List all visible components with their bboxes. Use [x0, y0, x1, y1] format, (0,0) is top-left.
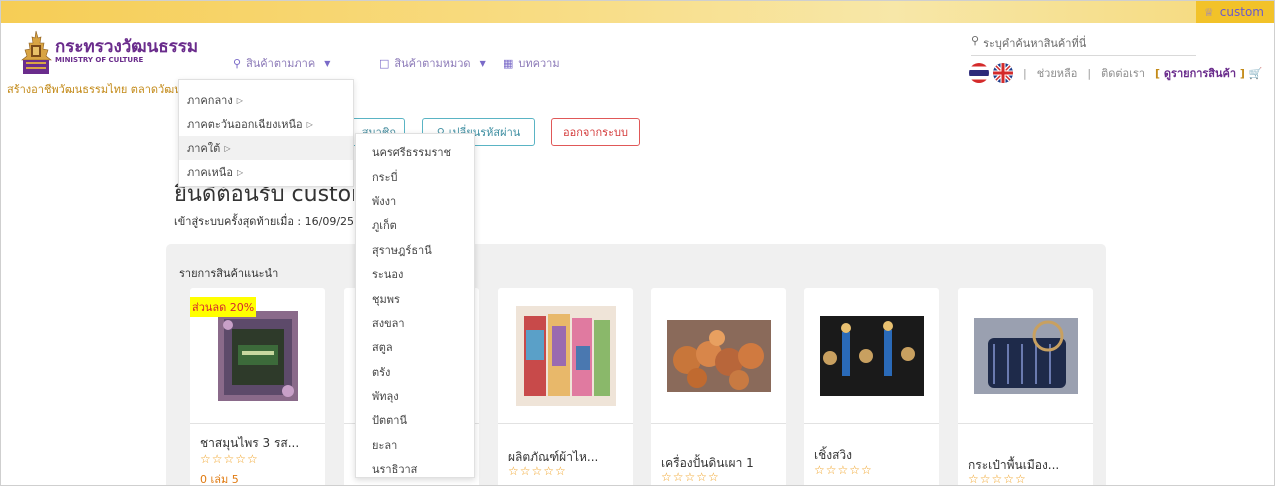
search-input[interactable]: ⚲ ระบุคำค้นหาสินค้าที่นี่ — [971, 34, 1196, 56]
cart-link[interactable]: [ ดูรายการสินค้า ] 🛒 — [1155, 64, 1262, 82]
last-login-text: เข้าสู่ระบบครั้งสุดท้ายเมื่อ : 16/09/256… — [174, 215, 354, 228]
thai-flag-icon[interactable] — [969, 63, 989, 83]
province-item[interactable]: ชุมพร — [356, 286, 474, 310]
logo-subtitle: MINISTRY OF CULTURE — [55, 56, 144, 64]
top-links: | ช่วยหลือ | ติดต่อเรา [ ดูรายการสินค้า … — [1023, 64, 1263, 82]
cart-icon: 🛒 — [1248, 67, 1263, 80]
article-icon: ▦ — [503, 56, 514, 70]
chevron-down-icon: ▼ — [479, 58, 486, 68]
contact-link[interactable]: ติดต่อเรา — [1101, 64, 1145, 82]
province-item[interactable]: สงขลา — [356, 311, 474, 335]
tag-icon: □ — [379, 56, 390, 70]
province-item[interactable]: นครศรีธรรมราช — [356, 140, 474, 164]
region-item-central[interactable]: ภาคกลาง ▷ — [179, 88, 353, 112]
divider: | — [1023, 66, 1027, 80]
nav-by-region[interactable]: ⚲ สินค้าตามภาค ▼ — [233, 54, 330, 72]
product-image[interactable] — [804, 288, 939, 423]
tagline: สร้างอาชีพวัฒนธรรมไทย ตลาดวัฒนธรรม — [7, 83, 182, 96]
province-item[interactable]: กระบี่ — [356, 164, 474, 188]
chevron-down-icon: ▼ — [324, 58, 331, 68]
chevron-right-icon: ▷ — [224, 143, 231, 153]
user-menu[interactable]: ♕ custom — [1195, 1, 1274, 23]
nav-by-category[interactable]: □ สินค้าตามหมวด ▼ — [379, 54, 486, 72]
province-item[interactable]: ภูเก็ต — [356, 213, 474, 237]
region-item-north[interactable]: ภาคเหนือ ▷ — [179, 160, 353, 184]
nav-articles-label: บทความ — [518, 57, 560, 70]
logout-label: ออกจากระบบ — [563, 126, 628, 139]
product-image[interactable] — [498, 288, 633, 423]
product-sold: 0 เล่ม 5 — [200, 473, 239, 486]
province-item[interactable]: สุราษฎร์ธานี — [356, 238, 474, 262]
uk-flag-icon[interactable] — [993, 63, 1013, 83]
province-item[interactable]: ตรัง — [356, 360, 474, 384]
province-item[interactable]: ปัตตานี — [356, 408, 474, 432]
product-rating: ☆☆☆☆☆ — [508, 464, 567, 478]
page: ♕ custom กระทรวงวัฒนธรรม MINISTRY OF CUL… — [0, 0, 1275, 486]
search-icon: ⚲ — [971, 34, 980, 47]
province-item[interactable]: นราธิวาส — [356, 457, 474, 481]
region-item-label: ภาคกลาง — [187, 94, 233, 107]
chevron-right-icon: ▷ — [236, 167, 244, 177]
product-image[interactable] — [958, 288, 1093, 423]
product-card[interactable]: กระเป๋าพื้นเมือง... ☆☆☆☆☆ — [958, 288, 1093, 486]
card-divider — [190, 423, 325, 424]
chevron-right-icon: ▷ — [306, 119, 313, 129]
product-name[interactable]: ชาสมุนไพร 3 รส... — [200, 434, 318, 453]
region-item-label: ภาคตะวันออกเฉียงเหนือ — [187, 118, 303, 131]
top-bar: ♕ custom — [1, 1, 1274, 23]
product-rating: ☆☆☆☆☆ — [661, 470, 720, 484]
province-item[interactable]: พังงา — [356, 189, 474, 213]
cart-label: ดูรายการสินค้า — [1163, 67, 1237, 80]
province-item[interactable]: สตูล — [356, 335, 474, 359]
search-placeholder: ระบุคำค้นหาสินค้าที่นี่ — [983, 37, 1087, 50]
nav-by-region-label: สินค้าตามภาค — [246, 57, 316, 70]
card-divider — [651, 423, 786, 424]
region-dropdown: ภาคกลาง ▷ ภาคตะวันออกเฉียงเหนือ ▷ ภาคใต้… — [178, 79, 354, 187]
nav-articles[interactable]: ▦ บทความ — [503, 54, 560, 72]
product-rating: ☆☆☆☆☆ — [200, 452, 259, 466]
product-card[interactable]: ชาสมุนไพร 3 รส... ☆☆☆☆☆ 0 เล่ม 5 — [190, 288, 325, 486]
product-image[interactable] — [651, 288, 786, 423]
logout-button[interactable]: ออกจากระบบ — [551, 118, 640, 146]
recommended-title: รายการสินค้าแนะนำ — [179, 267, 279, 280]
card-divider — [804, 423, 939, 424]
discount-badge: ส่วนลด 20% — [190, 297, 257, 317]
card-divider — [958, 423, 1093, 424]
product-rating: ☆☆☆☆☆ — [814, 463, 873, 477]
region-item-label: ภาคใต้ — [187, 142, 221, 155]
nav-by-category-label: สินค้าตามหมวด — [394, 57, 471, 70]
divider: | — [1087, 66, 1092, 80]
chevron-right-icon: ▷ — [236, 95, 243, 105]
region-item-label: ภาคเหนือ — [187, 166, 233, 179]
province-item[interactable]: ระนอง — [356, 262, 474, 286]
region-item-south[interactable]: ภาคใต้ ▷ — [179, 136, 353, 160]
product-card[interactable]: เชิ้งสวิง ☆☆☆☆☆ — [804, 288, 939, 485]
language-switcher — [969, 63, 1013, 83]
product-card[interactable]: ผลิตภัณฑ์ผ้าไห... ☆☆☆☆☆ — [498, 288, 633, 485]
card-divider — [498, 423, 633, 424]
help-link[interactable]: ช่วยหลือ — [1037, 64, 1078, 82]
product-card[interactable]: เครื่องปั้นดินเผา 1 ☆☆☆☆☆ — [651, 288, 786, 485]
province-item[interactable]: พัทลุง — [356, 384, 474, 408]
location-pin-icon: ⚲ — [233, 56, 242, 70]
ministry-emblem-icon[interactable] — [19, 30, 53, 76]
user-icon: ♕ — [1203, 5, 1214, 19]
cart-bracket-open: [ — [1155, 67, 1161, 80]
product-rating: ☆☆☆☆☆ — [968, 472, 1027, 486]
province-item[interactable]: ยะลา — [356, 433, 474, 457]
username: custom — [1219, 5, 1264, 19]
province-submenu: นครศรีธรรมราช กระบี่ พังงา ภูเก็ต สุราษฎ… — [355, 133, 475, 478]
cart-bracket-close: ] — [1239, 67, 1245, 80]
region-item-northeast[interactable]: ภาคตะวันออกเฉียงเหนือ ▷ — [179, 112, 353, 136]
